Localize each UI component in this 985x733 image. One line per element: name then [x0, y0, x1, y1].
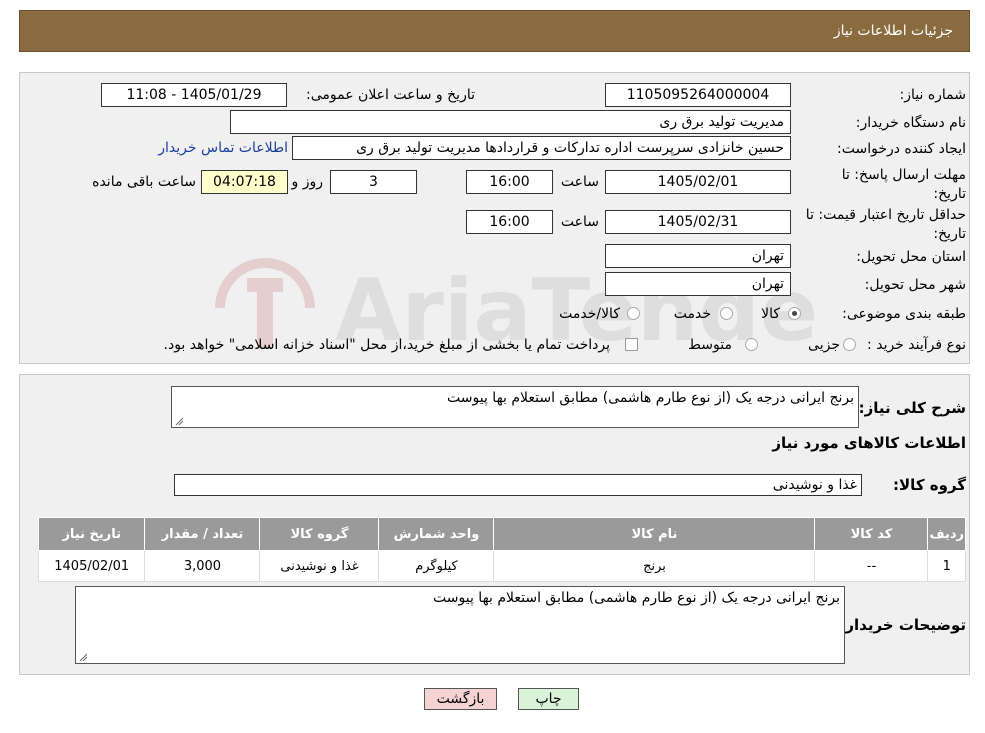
treasury-checkbox[interactable]	[625, 338, 638, 351]
validity-date-field: 1405/02/31	[605, 210, 791, 234]
announce-datetime-field: 1405/01/29 - 11:08	[101, 83, 287, 107]
reply-hour-label: ساعت	[560, 174, 599, 190]
goods-group-label: گروه کالا:	[893, 476, 966, 494]
goods-table: ردیف کد کالا نام کالا واحد شمارش گروه کا…	[37, 517, 966, 582]
requester-label: ایجاد کننده درخواست:	[837, 141, 966, 157]
purchase-radio-minor[interactable]	[843, 338, 856, 351]
need-desc-textarea[interactable]: برنج ایرانی درجه یک (از نوع طارم هاشمی) …	[171, 386, 859, 428]
treasury-note: پرداخت تمام یا بخشی از مبلغ خرید،از محل …	[163, 337, 610, 353]
need-desc-text: برنج ایرانی درجه یک (از نوع طارم هاشمی) …	[447, 390, 854, 406]
buyer-org-label: نام دستگاه خریدار:	[855, 115, 966, 131]
need-number-field: 1105095264000004	[605, 83, 791, 107]
goods-table-header: ردیف کد کالا نام کالا واحد شمارش گروه کا…	[37, 517, 966, 551]
buyer-notes-textarea[interactable]: برنج ایرانی درجه یک (از نوع طارم هاشمی) …	[75, 586, 845, 664]
col-name: نام کالا	[493, 517, 816, 551]
cell-row: 1	[927, 550, 966, 582]
category-radio-goods[interactable]	[788, 307, 801, 320]
cell-code: --	[814, 550, 929, 582]
reply-date-field: 1405/02/01	[605, 170, 791, 194]
category-option-goods: کالا	[761, 306, 780, 322]
buyer-notes-label: توضیحات خریدار:	[839, 616, 966, 634]
province-field: تهران	[605, 244, 791, 268]
col-unit: واحد شمارش	[378, 517, 495, 551]
purchase-type-label: نوع فرآیند خرید :	[867, 337, 966, 353]
print-button[interactable]: چاپ	[518, 688, 579, 710]
cell-qty: 3,000	[144, 550, 261, 582]
remaining-label: ساعت باقی مانده	[92, 174, 196, 190]
resize-grip-icon[interactable]	[175, 417, 183, 425]
city-label: شهر محل تحویل:	[864, 277, 966, 293]
purchase-radio-medium[interactable]	[745, 338, 758, 351]
days-field: 3	[330, 170, 417, 194]
category-option-goods-service: کالا/خدمت	[559, 306, 620, 322]
remaining-time-field: 04:07:18	[201, 170, 288, 194]
category-label: طبقه بندی موضوعی:	[842, 306, 966, 322]
buyer-notes-text: برنج ایرانی درجه یک (از نوع طارم هاشمی) …	[433, 590, 840, 606]
col-row: ردیف	[927, 517, 966, 551]
col-qty: تعداد / مقدار	[144, 517, 261, 551]
need-desc-label: شرح کلی نیاز:	[858, 399, 966, 417]
page-title: جزئیات اطلاعات نیاز	[833, 23, 953, 39]
validity-time-field: 16:00	[466, 210, 553, 234]
cell-unit: کیلوگرم	[378, 550, 495, 582]
goods-group-field: غذا و نوشیدنی	[174, 474, 862, 496]
price-validity-label: حداقل تاریخ اعتبار قیمت: تا تاریخ:	[805, 207, 966, 242]
category-radio-goods-service[interactable]	[627, 307, 640, 320]
contact-buyer-link[interactable]: اطلاعات تماس خریدار	[158, 140, 288, 156]
requester-field: حسین خانزادی سرپرست اداره تدارکات و قرار…	[292, 136, 791, 160]
resize-grip-icon[interactable]	[79, 653, 87, 661]
validity-hour-label: ساعت	[560, 214, 599, 230]
purchase-option-medium: متوسط	[688, 337, 732, 353]
page-header: جزئیات اطلاعات نیاز	[19, 10, 970, 52]
category-option-service: خدمت	[673, 306, 711, 322]
col-code: کد کالا	[814, 517, 929, 551]
table-row: 1 -- برنج کیلوگرم غذا و نوشیدنی 3,000 14…	[37, 550, 966, 582]
cell-name: برنج	[493, 550, 816, 582]
goods-info-heading: اطلاعات کالاهای مورد نیاز	[772, 434, 966, 452]
buyer-org-field: مدیریت تولید برق ری	[230, 110, 791, 134]
province-label: استان محل تحویل:	[856, 249, 966, 265]
category-radio-service[interactable]	[720, 307, 733, 320]
announce-datetime-label: تاریخ و ساعت اعلان عمومی:	[306, 87, 475, 103]
back-button[interactable]: بازگشت	[424, 688, 497, 710]
purchase-option-minor: جزیی	[808, 337, 840, 353]
col-date: تاریخ نیاز	[37, 517, 146, 551]
city-field: تهران	[605, 272, 791, 296]
cell-date: 1405/02/01	[37, 550, 146, 582]
reply-time-field: 16:00	[466, 170, 553, 194]
col-group: گروه کالا	[259, 517, 380, 551]
cell-group: غذا و نوشیدنی	[259, 550, 380, 582]
reply-deadline-label: مهلت ارسال پاسخ: تا تاریخ:	[841, 167, 966, 202]
day-and-label: روز و	[291, 174, 324, 190]
need-number-label: شماره نیاز:	[899, 87, 967, 103]
